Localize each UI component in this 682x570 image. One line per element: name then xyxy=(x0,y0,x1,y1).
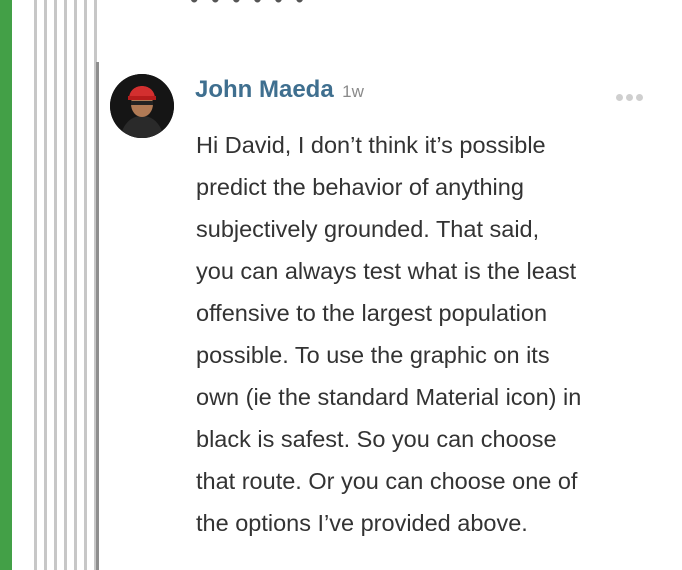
comment-line: you can always test what is the least xyxy=(196,258,577,284)
thread-line[interactable] xyxy=(74,0,77,570)
comment-line: offensive to the largest population xyxy=(196,300,548,326)
comment-header: John Maeda 1w xyxy=(195,76,364,104)
comment-line: own (ie the standard Material icon) in xyxy=(196,384,582,410)
comment-line: subjectively grounded. That said, xyxy=(196,216,540,242)
more-options-button[interactable] xyxy=(616,92,646,102)
author-name[interactable]: John Maeda xyxy=(195,76,334,103)
comment-body: Hi David, I don’t think it’s possible pr… xyxy=(196,124,656,544)
thread-line[interactable] xyxy=(54,0,57,570)
avatar[interactable] xyxy=(110,74,174,138)
comment-line: Hi David, I don’t think it’s possible xyxy=(196,132,546,158)
comment-line: predict the behavior of anything xyxy=(196,174,524,200)
thread-line[interactable] xyxy=(44,0,47,570)
thread-line[interactable] xyxy=(64,0,67,570)
ellipsis-icon xyxy=(616,94,623,101)
ellipsis-icon xyxy=(636,94,643,101)
thread-line-current[interactable] xyxy=(96,62,99,570)
thread-depth-rail xyxy=(0,0,12,570)
thread-line[interactable] xyxy=(84,0,87,570)
comment-line: possible. To use the graphic on its xyxy=(196,342,550,368)
thread-indent-lines xyxy=(14,0,114,570)
comment-line: that route. Or you can choose one of xyxy=(196,468,578,494)
previous-comment-fragment: • • • • • • xyxy=(190,0,307,6)
thread-line[interactable] xyxy=(34,0,37,570)
ellipsis-icon xyxy=(626,94,633,101)
user-avatar-icon xyxy=(110,74,174,138)
comment-timestamp[interactable]: 1w xyxy=(342,82,364,101)
comment-line: the options I’ve provided above. xyxy=(196,510,528,536)
comment-line: black is safest. So you can choose xyxy=(196,426,557,452)
